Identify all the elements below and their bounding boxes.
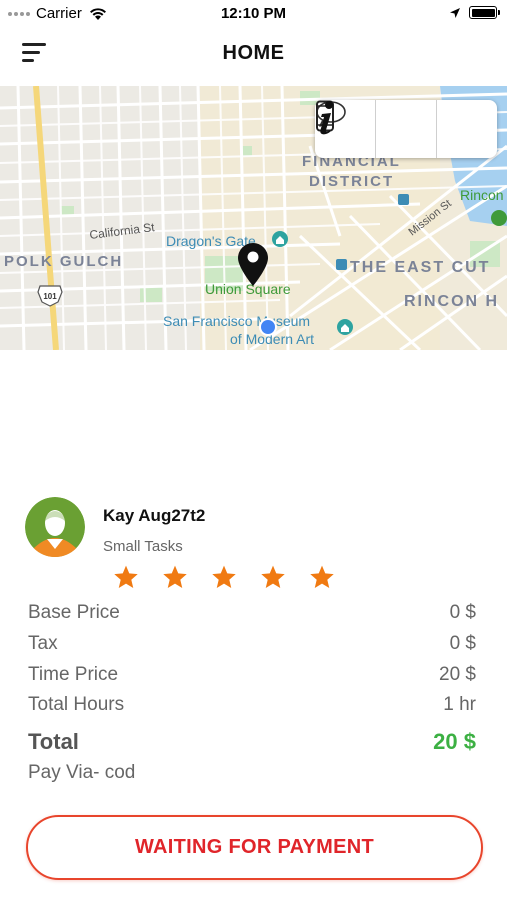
avatar xyxy=(25,497,85,557)
total-label: Total xyxy=(28,729,79,754)
user-avatar-icon xyxy=(25,497,85,557)
fare-value: 20 $ xyxy=(439,664,476,685)
fare-value: 0 $ xyxy=(449,602,476,623)
star-icon xyxy=(163,565,187,589)
rating-stars xyxy=(113,564,335,590)
fare-row-time-price: Time Price 20 $ xyxy=(28,664,476,686)
star-icon xyxy=(261,565,285,589)
fare-value: 1 hr xyxy=(443,694,476,715)
map-label-district: DISTRICT xyxy=(309,173,394,190)
map-label-sfmoma-1: San Francisco Museum xyxy=(163,313,310,329)
poi-icon-dragons-gate xyxy=(272,231,288,247)
location-arrow-icon xyxy=(450,7,460,18)
fare-row-total-hours: Total Hours 1 hr xyxy=(28,694,476,716)
fare-label: Base Price xyxy=(28,602,120,623)
driver-service: Small Tasks xyxy=(103,538,183,555)
map-label-rincon: Rincon xyxy=(460,187,504,203)
map-label-rincon-hill: RINCON H xyxy=(404,293,499,310)
fare-total-row: Total 20 $ xyxy=(28,729,476,755)
user-location-dot xyxy=(259,318,277,336)
nav-bar: HOME xyxy=(0,26,507,84)
map-view[interactable]: 101 FINANCIAL DISTRICT California St Dra… xyxy=(0,86,507,350)
highway-shield-icon: 101 xyxy=(37,285,63,307)
driver-name: Kay Aug27t2 xyxy=(103,506,206,525)
star-icon xyxy=(114,565,138,589)
fare-value: 0 $ xyxy=(449,633,476,654)
star-icon xyxy=(310,565,334,589)
fare-row-base-price: Base Price 0 $ xyxy=(28,602,476,624)
fare-label: Tax xyxy=(28,633,58,654)
status-time: 12:10 PM xyxy=(220,5,287,22)
status-bar: Carrier 12:10 PM xyxy=(0,0,507,26)
fare-label: Total Hours xyxy=(28,694,125,715)
park-poi-icon xyxy=(491,210,507,226)
battery-icon xyxy=(469,6,500,19)
button-label: WAITING FOR PAYMENT xyxy=(134,836,375,858)
star-icon xyxy=(212,565,236,589)
poi-icon-sfmoma xyxy=(337,319,353,335)
info-icon xyxy=(320,101,333,135)
map-controls xyxy=(315,100,497,158)
total-value: 20 $ xyxy=(433,729,476,754)
payment-method: Pay Via- cod xyxy=(28,762,136,783)
call-button[interactable] xyxy=(316,100,436,158)
map-label-union-square: Union Square xyxy=(205,281,291,297)
info-button[interactable] xyxy=(320,100,497,158)
map-label-dragons-gate: Dragon's Gate xyxy=(166,233,256,249)
status-right xyxy=(449,6,500,19)
page-title: HOME xyxy=(222,42,285,64)
fare-label: Time Price xyxy=(28,664,119,685)
map-label-east-cut: THE EAST CUT xyxy=(350,259,490,276)
map-label-highway: 101 xyxy=(43,292,57,301)
fare-row-tax: Tax 0 $ xyxy=(28,633,476,655)
map-label-polk-gulch: POLK GULCH xyxy=(4,253,123,270)
waiting-for-payment-button[interactable]: WAITING FOR PAYMENT xyxy=(26,815,483,880)
